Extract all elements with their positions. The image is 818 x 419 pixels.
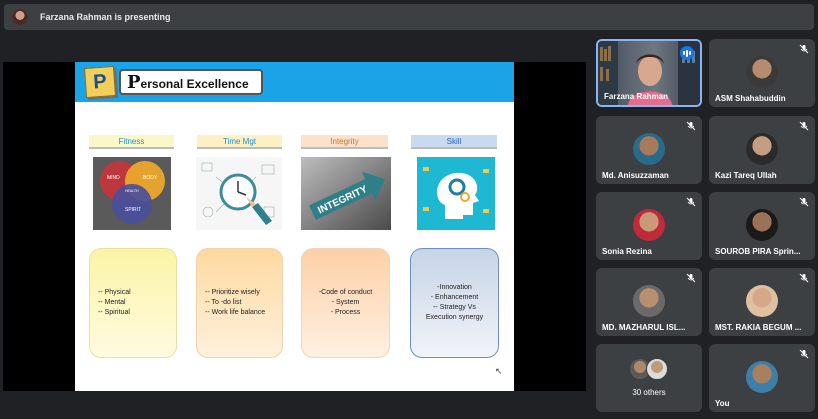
- mic-off-icon: [686, 197, 696, 207]
- label-skill: Skill: [411, 135, 497, 149]
- participant-name: Md. Anisuzzaman: [602, 171, 669, 180]
- venn-health: HEALTH: [125, 189, 139, 193]
- tile-self[interactable]: You: [709, 344, 815, 412]
- mic-off-icon: [686, 273, 696, 283]
- participant-name: MD. MAZHARUL ISL...: [602, 323, 686, 332]
- presenting-text: Farzana Rahman is presenting: [40, 12, 171, 22]
- tile-participant[interactable]: MST. RAKIA BEGUM ...: [709, 268, 815, 336]
- cursor-icon: ↖: [495, 366, 503, 376]
- tile-participant[interactable]: Kazi Tareq Ullah: [709, 116, 815, 184]
- skill-image: [417, 157, 495, 230]
- avatar: [633, 209, 665, 241]
- tile-participant[interactable]: Sonia Rezina: [596, 192, 702, 260]
- venn-body: BODY: [143, 175, 158, 181]
- label-time-mgt: Time Mgt: [197, 135, 282, 149]
- avatar: [633, 285, 665, 317]
- participant-name: Sonia Rezina: [602, 247, 652, 256]
- avatar: [746, 361, 778, 393]
- mic-off-icon: [799, 273, 809, 283]
- venn-spirit: SPIRIT: [125, 207, 141, 213]
- mic-off-icon: [799, 349, 809, 359]
- slide-title-rest: ersonal Excellence: [140, 76, 249, 91]
- card-integrity: -Code of conduct - System - Process: [301, 248, 390, 358]
- fitness-venn-image: MIND BODY HEALTH SPIRIT: [93, 157, 171, 230]
- participant-name: ASM Shahabuddin: [715, 94, 786, 103]
- mic-off-icon: [799, 197, 809, 207]
- avatar: [646, 358, 668, 380]
- tile-participant[interactable]: SOUROB PIRA Sprin...: [709, 192, 815, 260]
- avatar: [746, 209, 778, 241]
- participant-name: Farzana Rahman: [604, 92, 669, 101]
- label-integrity: Integrity: [301, 135, 388, 149]
- others-count: 30 others: [632, 388, 666, 397]
- others-avatars: [629, 358, 669, 382]
- card-fitness: -- Physical -- Mental -- Spiritual: [89, 248, 177, 358]
- participant-name: Kazi Tareq Ullah: [715, 171, 777, 180]
- card-time-mgt: -- Prioritize wisely -- To -do list -- W…: [196, 248, 283, 358]
- avatar: [633, 133, 665, 165]
- venn-mind: MIND: [107, 175, 120, 181]
- label-fitness: Fitness: [89, 135, 174, 149]
- participant-name: You: [715, 399, 730, 408]
- slide: P Personal Excellence Fitness Time Mgt I…: [75, 62, 514, 391]
- card-skill: -Innovation - Enhancement -- Strategy Vs…: [410, 248, 499, 358]
- slide-title-initial: P: [127, 71, 141, 93]
- tile-participant[interactable]: MD. MAZHARUL ISL...: [596, 268, 702, 336]
- avatar: [746, 133, 778, 165]
- avatar: [746, 56, 778, 88]
- tile-participant[interactable]: ASM Shahabuddin: [709, 39, 815, 107]
- presenting-banner: Farzana Rahman is presenting: [4, 4, 814, 30]
- integrity-image: INTEGRITY: [301, 157, 391, 230]
- slide-badge: P: [83, 65, 117, 99]
- slide-title: Personal Excellence: [119, 69, 263, 95]
- slide-header: P Personal Excellence: [75, 62, 514, 102]
- presenter-avatar: [12, 9, 28, 25]
- speaking-indicator-icon: [680, 46, 694, 60]
- mic-off-icon: [799, 121, 809, 131]
- avatar: [746, 285, 778, 317]
- mic-off-icon: [799, 44, 809, 54]
- participant-name: MST. RAKIA BEGUM ...: [715, 323, 802, 332]
- time-mgt-image: [196, 157, 282, 230]
- presentation-stage[interactable]: P Personal Excellence Fitness Time Mgt I…: [3, 62, 586, 391]
- tile-participant[interactable]: Md. Anisuzzaman: [596, 116, 702, 184]
- tile-presenter[interactable]: Farzana Rahman: [596, 39, 702, 107]
- tile-others[interactable]: 30 others: [596, 344, 702, 412]
- mic-off-icon: [686, 121, 696, 131]
- participant-name: SOUROB PIRA Sprin...: [715, 247, 801, 256]
